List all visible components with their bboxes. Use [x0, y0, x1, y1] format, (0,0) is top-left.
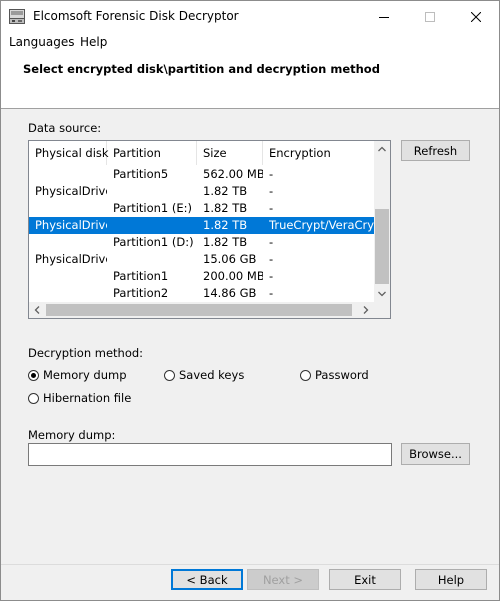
close-button[interactable]	[453, 1, 499, 32]
footer-divider	[1, 564, 499, 565]
column-header-encryption[interactable]: Encryption	[263, 141, 374, 165]
page-title: Select encrypted disk\partition and decr…	[23, 62, 380, 76]
radio-unchecked-icon[interactable]	[164, 369, 175, 381]
cell-disk: PhysicalDrive2	[35, 218, 107, 232]
maximize-icon	[425, 11, 435, 22]
scroll-right-icon[interactable]	[363, 306, 369, 314]
cell-size: 1.82 TB	[203, 201, 248, 215]
minimize-button[interactable]	[361, 1, 407, 32]
table-row[interactable]: Partition2 14.86 GB -	[29, 285, 374, 302]
cell-encryption: -	[269, 252, 274, 266]
column-header-size[interactable]: Size	[197, 141, 263, 165]
table-row[interactable]: Partition1 (D:) 1.82 TB -	[29, 234, 374, 251]
cell-size: 200.00 MB	[203, 269, 263, 283]
cell-encryption: TrueCrypt/VeraCrypt	[269, 218, 374, 232]
cell-encryption: -	[269, 184, 274, 198]
close-icon	[471, 11, 481, 22]
cell-partition: Partition1 (E:)	[113, 201, 193, 215]
cell-disk: PhysicalDrive4	[35, 252, 107, 266]
cell-size: 1.82 TB	[203, 184, 248, 198]
radio-label: Saved keys	[179, 368, 245, 382]
title-bar[interactable]: Elcomsoft Forensic Disk Decryptor	[1, 1, 499, 32]
data-source-label: Data source:	[28, 121, 102, 135]
vertical-scrollbar[interactable]	[374, 141, 390, 302]
maximize-button[interactable]	[407, 1, 453, 32]
cell-encryption: -	[269, 167, 274, 181]
cell-encryption: -	[269, 269, 274, 283]
horizontal-scroll-thumb[interactable]	[46, 304, 352, 316]
radio-label: Hibernation file	[43, 391, 132, 405]
app-window: Elcomsoft Forensic Disk Decryptor Langua…	[0, 0, 500, 601]
table-row[interactable]: Partition1 (E:) 1.82 TB -	[29, 200, 374, 217]
back-button[interactable]: < Back	[171, 569, 243, 590]
radio-password[interactable]: Password	[300, 368, 369, 382]
wizard-header: Select encrypted disk\partition and decr…	[1, 52, 499, 109]
table-row[interactable]: Partition1 200.00 MB -	[29, 268, 374, 285]
cell-encryption: -	[269, 286, 274, 300]
cell-size: 1.82 TB	[203, 218, 248, 232]
table-row[interactable]: PhysicalDrive1 1.82 TB -	[29, 183, 374, 200]
cell-partition: Partition2	[113, 286, 169, 300]
disk-app-icon	[9, 9, 25, 24]
radio-label: Password	[315, 368, 369, 382]
memory-dump-path-input[interactable]	[28, 443, 392, 466]
next-button[interactable]: Next >	[247, 569, 319, 590]
column-header-physical-disk[interactable]: Physical disk	[29, 141, 109, 165]
memory-dump-label: Memory dump:	[28, 428, 116, 442]
table-row[interactable]: PhysicalDrive4 15.06 GB -	[29, 251, 374, 268]
window-title: Elcomsoft Forensic Disk Decryptor	[33, 9, 239, 23]
menu-bar: Languages Help	[1, 32, 499, 52]
cell-disk: PhysicalDrive1	[35, 184, 107, 198]
browse-button[interactable]: Browse...	[401, 443, 470, 465]
radio-memory-dump[interactable]: Memory dump	[28, 368, 127, 382]
cell-size: 15.06 GB	[203, 252, 257, 266]
cell-encryption: -	[269, 201, 274, 215]
cell-size: 14.86 GB	[203, 286, 257, 300]
scroll-down-icon[interactable]	[378, 291, 386, 297]
horizontal-scrollbar[interactable]	[29, 302, 374, 318]
scroll-up-icon[interactable]	[378, 146, 386, 152]
cell-encryption: -	[269, 235, 274, 249]
cell-partition: Partition5	[113, 167, 169, 181]
column-header-partition[interactable]: Partition	[107, 141, 197, 165]
data-source-list[interactable]: Physical disk Partition Size Encryption …	[28, 140, 391, 319]
cell-size: 1.82 TB	[203, 235, 248, 249]
cell-size: 562.00 MB	[203, 167, 263, 181]
decryption-method-label: Decryption method:	[28, 346, 144, 360]
radio-checked-icon[interactable]	[28, 369, 39, 381]
radio-unchecked-icon[interactable]	[300, 369, 311, 381]
refresh-button[interactable]: Refresh	[401, 140, 470, 161]
cell-partition: Partition1 (D:)	[113, 235, 194, 249]
menu-languages[interactable]: Languages	[9, 35, 74, 49]
table-row[interactable]: Partition5 562.00 MB -	[29, 166, 374, 183]
cell-partition: Partition1	[113, 269, 169, 283]
radio-saved-keys[interactable]: Saved keys	[164, 368, 244, 382]
scroll-left-icon[interactable]	[34, 306, 40, 314]
vertical-scroll-thumb[interactable]	[375, 209, 389, 284]
minimize-icon	[379, 16, 389, 18]
radio-hibernation-file[interactable]: Hibernation file	[28, 391, 131, 405]
help-button[interactable]: Help	[415, 569, 487, 590]
radio-unchecked-icon[interactable]	[28, 392, 39, 404]
menu-help[interactable]: Help	[80, 35, 107, 49]
radio-label: Memory dump	[43, 368, 127, 382]
table-row-selected[interactable]: PhysicalDrive2 1.82 TB TrueCrypt/VeraCry…	[29, 217, 374, 234]
scrollbar-corner	[374, 302, 390, 318]
exit-button[interactable]: Exit	[329, 569, 401, 590]
